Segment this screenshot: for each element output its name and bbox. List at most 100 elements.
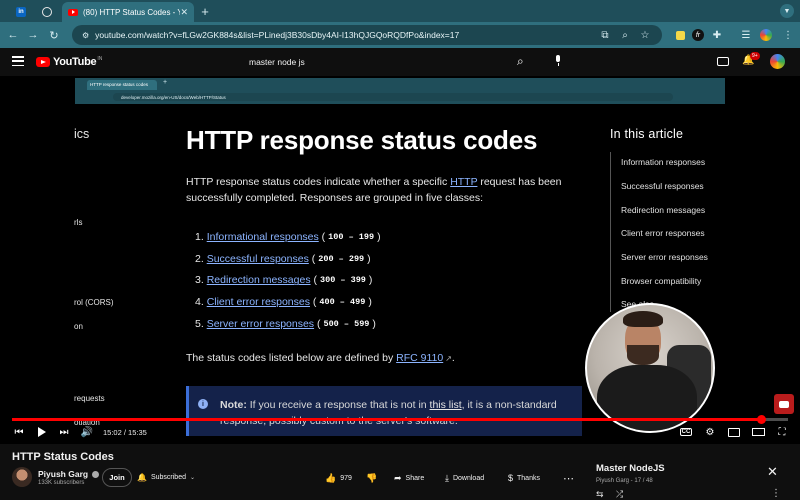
skip-previous-icon: ⏮ (14, 426, 24, 438)
create-video-icon[interactable] (717, 57, 729, 66)
playlist-owner: Piyush Garg (596, 478, 630, 484)
close-tab-icon[interactable]: ✕ (180, 7, 188, 18)
extension-stickies-icon[interactable] (672, 27, 688, 43)
mdn-intro-line2: successfully completed. Responses are gr… (186, 192, 484, 204)
bookmark-star-icon[interactable]: ☆ (638, 28, 652, 42)
channel-name-text: Piyush Garg (38, 469, 89, 479)
extension-fx-icon[interactable]: fr (690, 27, 706, 43)
playlist-title[interactable]: Master NodeJS (596, 463, 665, 474)
previous-video-button[interactable]: ⏮ (12, 425, 26, 439)
gear-icon: ⚙ (705, 426, 715, 438)
extensions-puzzle-icon[interactable]: ✚ (709, 27, 725, 43)
address-url: youtube.com/watch?v=fLGw2GK884s&list=PLi… (95, 30, 460, 40)
share-button[interactable]: ➦ Share (394, 470, 424, 486)
search-input[interactable]: master node js (249, 57, 499, 67)
youtube-end-card-icon[interactable] (774, 394, 794, 414)
status-range: 200 – 299 (318, 253, 365, 264)
mdn-intro-text: HTTP response status codes indicate whet… (186, 176, 451, 188)
list-item: 3. Redirection messages (300 – 399) (195, 274, 373, 287)
current-time: 15:02 (103, 428, 122, 437)
youtube-logo[interactable]: YouTube IN (36, 56, 102, 68)
play-button[interactable] (35, 425, 49, 439)
loop-playlist-button[interactable]: ⇆ (596, 489, 604, 500)
fullscreen-icon: ⛶ (778, 426, 786, 438)
mdn-intro-text-end: request has been (477, 176, 562, 188)
arrow-left-icon: ← (7, 29, 19, 41)
pinned-tab-chatgpt[interactable] (34, 3, 60, 20)
channel-name[interactable]: Piyush Garg (38, 469, 100, 479)
install-app-icon[interactable]: ⧉ (598, 28, 612, 42)
info-icon: i (198, 399, 208, 409)
thanks-button[interactable]: $ Thanks (508, 470, 540, 486)
settings-button[interactable]: ⚙ (703, 425, 717, 439)
pinned-tab-linkedin[interactable]: in (8, 3, 34, 20)
status-range: 500 – 599 (323, 319, 370, 330)
video-inner-plus: + (163, 79, 168, 86)
captions-button[interactable]: CC (679, 425, 693, 439)
chrome-menu-icon[interactable]: ⋮ (780, 27, 796, 43)
mute-button[interactable]: 🔊 (80, 425, 94, 439)
mdn-note-callout: i Note: If you receive a response that i… (186, 386, 582, 436)
reload-button[interactable]: ↻ (46, 27, 62, 43)
toc-item: Server error responses (621, 252, 708, 262)
note-label: Note: (220, 399, 247, 411)
back-button[interactable]: ← (5, 27, 21, 43)
new-tab-button[interactable]: + (198, 4, 212, 19)
theater-icon (751, 428, 765, 436)
play-icon (38, 427, 46, 437)
profile-avatar[interactable] (758, 27, 774, 43)
channel-avatar[interactable] (12, 467, 32, 487)
note-text-start: If you receive a response that is not in (246, 399, 430, 411)
bell-icon: 🔔 (137, 473, 147, 482)
status-range: 300 – 399 (320, 275, 366, 286)
miniplayer-button[interactable] (727, 425, 741, 439)
playlist-more-button[interactable]: ⋮ (771, 488, 781, 499)
zoom-icon[interactable]: ⌕ (618, 28, 632, 42)
progress-scrubber[interactable] (757, 415, 766, 424)
progress-bar-fill (12, 418, 761, 421)
toc-heading: In this article (610, 127, 684, 141)
subscriber-count: 133K subscribers (38, 480, 85, 486)
tab-search-button[interactable]: ▼ (780, 4, 794, 18)
shuffle-playlist-button[interactable]: ⤮ (616, 489, 623, 500)
duration: 15:35 (128, 428, 147, 437)
youtube-logo-text: YouTube (53, 56, 97, 68)
list-number: 5. (195, 318, 204, 331)
tab-youtube-video[interactable]: (80) HTTP Status Codes - Yo ✕ (62, 2, 194, 22)
like-button[interactable]: 👍 979 (325, 470, 352, 486)
subscribed-button[interactable]: 🔔 Subscribed ⌄ (137, 470, 195, 485)
mdn-sidebar-fragment: requests (74, 394, 105, 403)
forward-button[interactable]: → (25, 27, 41, 43)
more-vertical-icon: ⋮ (771, 488, 781, 499)
download-button[interactable]: ⤓ Download (445, 470, 484, 486)
like-count: 979 (340, 474, 352, 482)
close-playlist-button[interactable]: ✕ (767, 464, 778, 480)
status-class-link: Successful responses (206, 252, 309, 265)
chatgpt-icon (42, 6, 52, 17)
site-info-icon[interactable]: ⚙ (82, 31, 89, 40)
join-button[interactable]: Join (102, 468, 132, 487)
more-actions-button[interactable]: ⋯ (563, 470, 574, 486)
status-class-list: 1. Informational responses (100 – 199) 2… (195, 226, 381, 335)
note-text: Note: If you receive a response that is … (220, 397, 580, 429)
volume-icon: 🔊 (80, 426, 94, 438)
search-icon[interactable]: ⌕ (517, 54, 531, 68)
list-number: 1. (195, 230, 204, 243)
dislike-button[interactable]: 👎 (366, 470, 377, 486)
webcam-presenter-hair (623, 311, 663, 327)
reading-list-icon[interactable]: ☰ (738, 27, 754, 43)
hamburger-menu-icon[interactable] (12, 56, 24, 66)
list-item: 4. Client error responses (400 – 499) (195, 296, 372, 309)
notifications-badge: 9+ (750, 52, 760, 60)
theater-mode-button[interactable] (751, 425, 765, 439)
microphone-icon[interactable] (554, 55, 562, 66)
arrow-right-icon: → (27, 29, 39, 41)
video-player[interactable]: HTTP response status codes + developer.m… (0, 76, 800, 444)
video-title: HTTP Status Codes (12, 451, 114, 463)
fullscreen-button[interactable]: ⛶ (775, 425, 789, 439)
account-avatar[interactable] (770, 54, 785, 69)
address-bar[interactable]: ⚙ youtube.com/watch?v=fLGw2GK884s&list=P… (72, 25, 662, 45)
next-video-button[interactable]: ⏭ (57, 425, 71, 439)
toc-item: Client error responses (621, 228, 705, 238)
thumbs-up-icon: 👍 (325, 472, 337, 483)
